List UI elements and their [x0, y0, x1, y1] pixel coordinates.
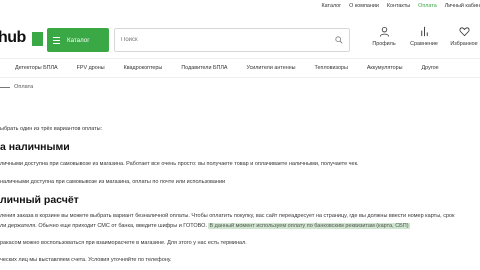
- category-menu: Детекторы БПЛА FPV дроны Квадрокоптеры П…: [0, 58, 480, 78]
- top-links: Каталог О компании Контакты Оплата Личны…: [322, 3, 480, 9]
- catalog-button[interactable]: Каталог: [47, 28, 109, 52]
- top-link-contacts[interactable]: Контакты: [387, 3, 410, 9]
- noncash-text-1: ления заказа в корзине вы можете выбрать…: [0, 213, 455, 219]
- heart-icon: [459, 27, 469, 37]
- breadcrumb-separator: [0, 86, 10, 88]
- search-box: [114, 28, 350, 52]
- compare-label: Сравнение: [410, 41, 438, 47]
- top-link-about[interactable]: О компании: [349, 3, 379, 9]
- top-link-account[interactable]: Личный кабин: [445, 3, 480, 9]
- menu-icon: [53, 36, 60, 44]
- heading-cash: а наличными: [0, 141, 70, 153]
- top-link-catalog[interactable]: Каталог: [322, 3, 342, 9]
- user-icon: [379, 26, 389, 37]
- noncash-text-4: ческих лиц мы выставляем счета. Условия …: [0, 257, 172, 263]
- menu-item[interactable]: Детекторы БПЛА: [15, 65, 58, 71]
- breadcrumb: Оплата: [0, 84, 33, 90]
- menu-item[interactable]: FPV дроны: [77, 65, 105, 71]
- top-link-payment[interactable]: Оплата: [418, 3, 437, 9]
- noncash-text-2-start: ли держателя. Обычно еще приходит СМС от…: [0, 223, 207, 229]
- favorites-button[interactable]: Избранное: [444, 26, 480, 47]
- compare-icon: [420, 26, 428, 37]
- profile-label: Профиль: [372, 41, 396, 47]
- compare-button[interactable]: Сравнение: [404, 26, 444, 47]
- highlighted-text: В данный момент используем оплату по бан…: [208, 223, 410, 229]
- logo-mark: [32, 32, 43, 46]
- header-actions: Профиль Сравнение Избранное: [364, 26, 480, 47]
- cash-text-1: личными доступна при самовывозе из магаз…: [0, 161, 359, 167]
- search-icon[interactable]: [335, 36, 343, 44]
- menu-item[interactable]: Квадрокоптеры: [124, 65, 163, 71]
- profile-button[interactable]: Профиль: [364, 26, 404, 47]
- site-logo[interactable]: hub: [0, 26, 44, 52]
- heading-noncash: личный расчёт: [0, 194, 79, 206]
- noncash-text-3: ракасом можно воспользоваться при взаимо…: [0, 240, 247, 246]
- top-navigation: Каталог О компании Контакты Оплата Личны…: [0, 0, 480, 14]
- menu-item[interactable]: Подавители БПЛА: [181, 65, 227, 71]
- search-input[interactable]: [121, 37, 321, 43]
- intro-text: ыбрать один из трёх вариантов оплаты:: [0, 126, 103, 132]
- menu-item[interactable]: Аккумуляторы: [367, 65, 403, 71]
- favorites-label: Избранное: [450, 41, 478, 47]
- menu-item[interactable]: Усилители антенны: [247, 65, 296, 71]
- site-header: hub Каталог Профиль Сравнение: [0, 22, 480, 54]
- cash-text-2: наличными доступна при самовывозе из маг…: [0, 179, 226, 185]
- menu-item[interactable]: Другое: [422, 65, 439, 71]
- noncash-text-2: ли держателя. Обычно еще приходит СМС от…: [0, 223, 410, 229]
- catalog-button-label: Каталог: [67, 36, 90, 44]
- breadcrumb-current: Оплата: [14, 84, 34, 90]
- logo-text: hub: [0, 29, 26, 46]
- menu-item[interactable]: Тепловизоры: [315, 65, 348, 71]
